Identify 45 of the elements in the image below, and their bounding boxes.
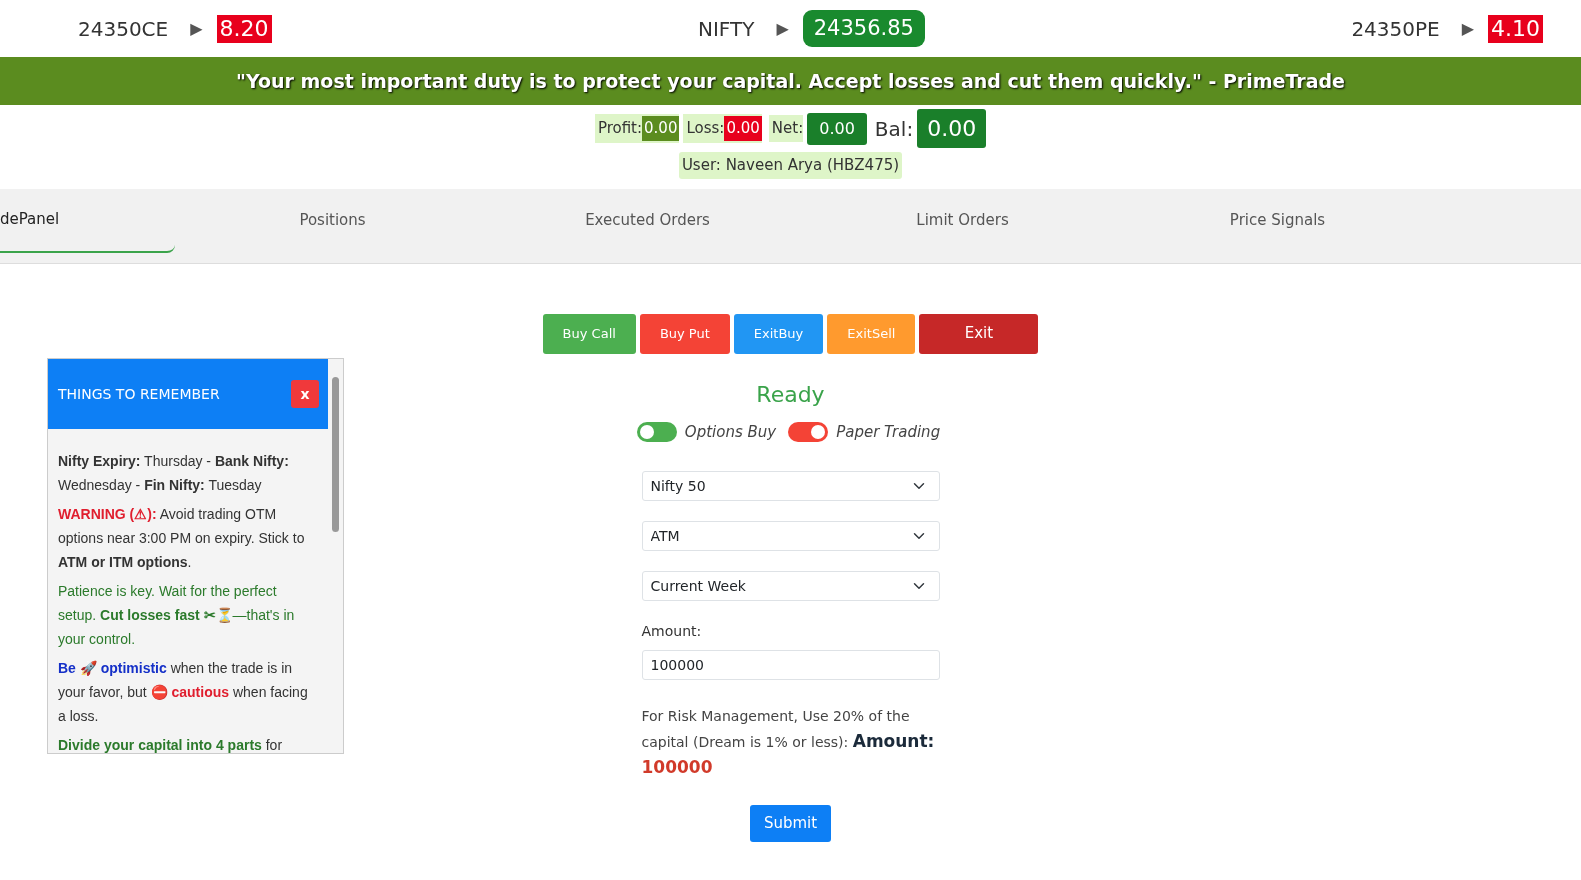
toggle-label: Options Buy: [684, 421, 777, 443]
risk-note: For Risk Management, Use 20% of the capital (Dream is 1% or less): Amount: 100000: [641, 707, 936, 779]
note-paragraph: WARNING (⚠): Avoid trading OTM options near 3:00 PM on expiry. Stick to ATM or ITM options.: [58, 505, 306, 572]
stat-value: 0.00: [724, 116, 762, 141]
panel-title: THINGS TO REMEMBER: [58, 384, 220, 404]
ticker-symbol: 24350CE: [78, 15, 169, 43]
dropdown[interactable]: ATM: [641, 521, 940, 551]
ticker-price: 24356.85: [802, 9, 925, 48]
stat-label: Loss:: [686, 118, 725, 140]
stat-value: 0.00: [642, 116, 680, 141]
dropdown[interactable]: Nifty 50: [641, 471, 940, 501]
toggle-label: Paper Trading: [836, 421, 941, 443]
note-paragraph: Patience is key. Wait for the perfect setup. Cut losses fast ✂⏳—that's in your control.: [58, 582, 296, 649]
note-paragraph: Divide your capital into 4 parts for: [58, 736, 284, 753]
close-button[interactable]: x: [291, 380, 319, 408]
dropdown[interactable]: Current Week: [641, 571, 940, 601]
ticker-price: 8.20: [216, 14, 272, 43]
stat-label: Net:: [768, 115, 804, 142]
nav-tab[interactable]: dePanel: [0, 188, 175, 253]
user-label: User: Naveen Arya (HBZ475): [678, 152, 903, 179]
stat-value: 0.00: [917, 109, 987, 148]
nav-tab[interactable]: Price Signals: [1120, 188, 1435, 253]
note-paragraph: Nifty Expiry: Thursday - Bank Nifty: Wednesday - Fin Nifty: Tuesday: [58, 452, 290, 495]
submit-button[interactable]: Submit: [749, 805, 832, 842]
action-button[interactable]: Buy Put: [639, 313, 730, 354]
nav-tab[interactable]: Positions: [175, 188, 490, 253]
toggle-switch[interactable]: [788, 421, 829, 442]
ticker-symbol: NIFTY: [697, 15, 755, 43]
play-icon: ▶: [1461, 16, 1474, 41]
note-paragraph: Be 🚀 optimistic when the trade is in your favor, but ⛔ cautious when facing a loss.: [58, 659, 309, 726]
amount-input[interactable]: 100000: [641, 650, 940, 680]
stat-label: Profit:: [597, 118, 643, 140]
amount-label: Amount:: [641, 622, 703, 641]
ticker-price: 4.10: [1488, 14, 1543, 43]
action-button[interactable]: Exit: [919, 313, 1039, 354]
ticker-symbol: 24350PE: [1351, 15, 1440, 43]
status-text: Ready: [756, 380, 825, 409]
stat-label: Bal:: [874, 115, 914, 143]
toggle-switch[interactable]: [636, 421, 677, 442]
play-icon: ▶: [190, 16, 203, 41]
stat-value: 0.00: [807, 112, 867, 145]
quote-banner-text: "Your most important duty is to protect your capital. Accept losses and cut them quickly." - PrimeTrade: [236, 68, 1345, 94]
play-icon: ▶: [776, 16, 789, 41]
nav-tab[interactable]: Limit Orders: [805, 188, 1120, 253]
nav-tab[interactable]: Executed Orders: [490, 188, 805, 253]
